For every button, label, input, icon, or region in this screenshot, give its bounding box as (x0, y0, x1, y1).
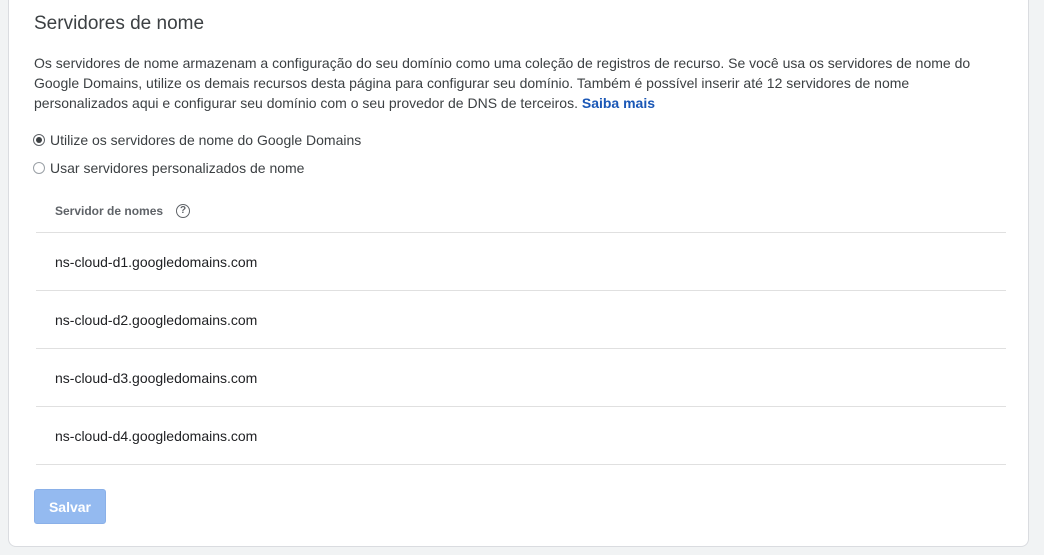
table-row: ns-cloud-d1.googledomains.com (36, 233, 1006, 291)
table-row: ns-cloud-d2.googledomains.com (36, 291, 1006, 349)
radio-option-label: Utilize os servidores de nome do Google … (50, 132, 362, 148)
radio-option-custom-servers[interactable]: Usar servidores personalizados de nome (33, 160, 304, 176)
name-servers-card: Servidores de nome Os servidores de nome… (8, 0, 1029, 547)
name-servers-table: Servidor de nomes ? ns-cloud-d1.googledo… (36, 190, 1006, 465)
name-server-value: ns-cloud-d1.googledomains.com (55, 253, 258, 270)
radio-option-google-domains[interactable]: Utilize os servidores de nome do Google … (33, 132, 361, 148)
radio-option-label: Usar servidores personalizados de nome (50, 160, 305, 176)
description-text: Os servidores de nome armazenam a config… (34, 55, 971, 111)
radio-checked-icon[interactable] (33, 134, 45, 146)
help-circle-icon[interactable]: ? (176, 204, 191, 218)
column-header-name-server: Servidor de nomes (55, 204, 164, 218)
table-row: ns-cloud-d4.googledomains.com (36, 407, 1006, 465)
name-server-value: ns-cloud-d4.googledomains.com (55, 427, 258, 444)
name-server-value: ns-cloud-d2.googledomains.com (55, 311, 258, 328)
section-title: Servidores de nome (34, 13, 205, 34)
learn-more-link[interactable]: Saiba mais (582, 95, 655, 111)
section-description: Os servidores de nome armazenam a config… (34, 53, 1004, 113)
table-row: ns-cloud-d3.googledomains.com (36, 349, 1006, 407)
radio-unchecked-icon[interactable] (33, 162, 45, 174)
table-header: Servidor de nomes ? (36, 190, 1006, 233)
name-server-value: ns-cloud-d3.googledomains.com (55, 369, 258, 386)
save-button[interactable]: Salvar (34, 489, 106, 524)
